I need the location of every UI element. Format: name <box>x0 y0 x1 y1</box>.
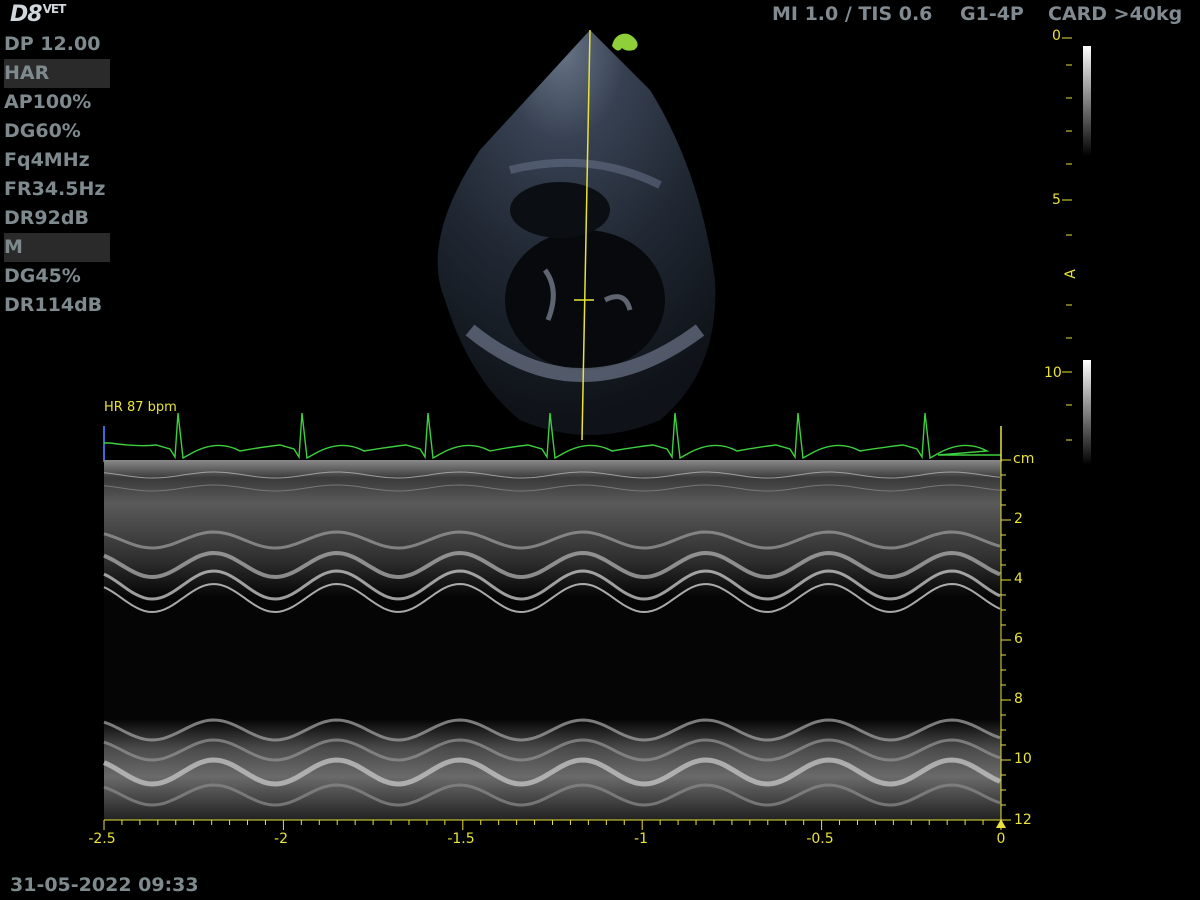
heart-rate-label: HR 87 bpm <box>104 400 177 415</box>
depth-tick-label: 12 <box>1014 812 1032 828</box>
depth-tick-label: 6 <box>1014 631 1023 647</box>
time-tick-label: -1 <box>634 831 648 847</box>
bmode-scale-label-5: 5 <box>1052 192 1061 208</box>
bmode-scale-label-0: 0 <box>1052 28 1061 44</box>
time-tick-label: -1.5 <box>447 831 475 847</box>
depth-tick-label: 10 <box>1014 751 1032 767</box>
time-tick-label: -0.5 <box>806 831 834 847</box>
grayscale-bar-mmode <box>1083 360 1091 465</box>
bmode-depth-scale <box>1062 37 1072 441</box>
mmode-panel <box>102 460 1002 820</box>
orientation-marker-icon <box>612 33 638 51</box>
depth-tick-label: 2 <box>1014 511 1023 527</box>
grayscale-bar-bmode <box>1083 46 1091 156</box>
time-tick-label: -2 <box>274 831 288 847</box>
bmode-scale-label-10: 10 <box>1044 365 1062 381</box>
depth-tick-label: 8 <box>1014 691 1023 707</box>
mmode-unit-label: cm <box>1013 451 1035 467</box>
focus-marker-label: A <box>1062 269 1079 279</box>
bmode-sector <box>437 30 716 435</box>
time-tick-label: -2.5 <box>88 831 116 847</box>
datetime-stamp: 31-05-2022 09:33 <box>10 874 199 896</box>
depth-tick-label: 4 <box>1014 571 1023 587</box>
time-tick-label: 0 <box>996 831 1006 847</box>
